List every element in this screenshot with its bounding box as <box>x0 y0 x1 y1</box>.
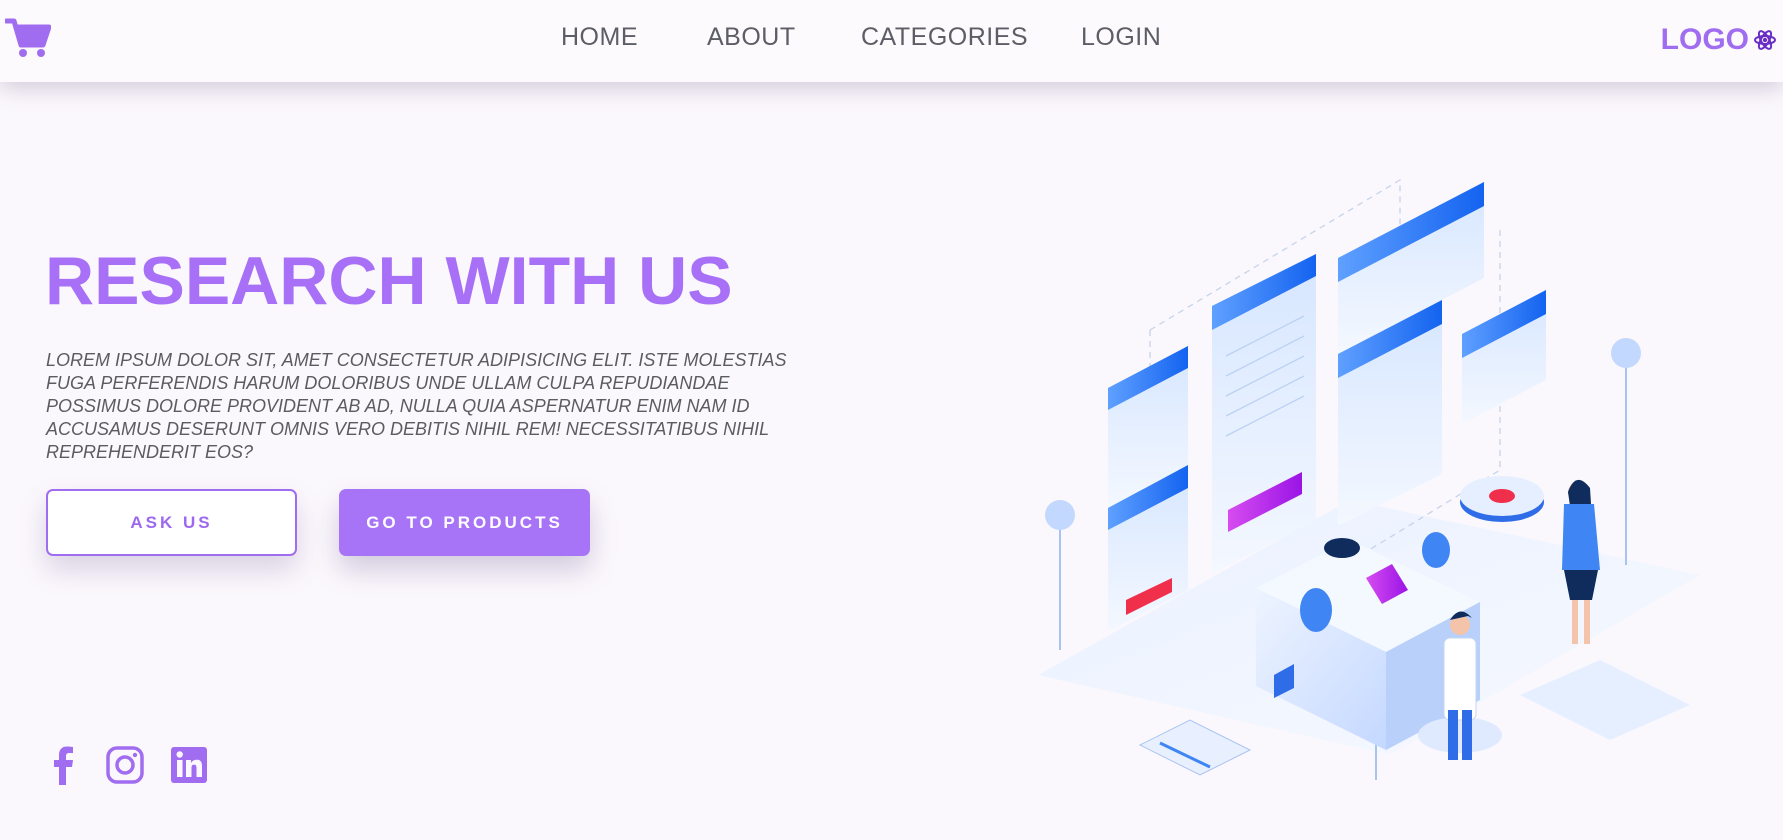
navbar: HOME ABOUT CATEGORIES LOGIN LOGO <box>0 0 1783 82</box>
nav-link-login[interactable]: LOGIN <box>1081 23 1161 52</box>
atom-icon <box>1754 30 1776 50</box>
linkedin-icon[interactable] <box>169 745 209 785</box>
logo[interactable]: LOGO <box>1661 21 1777 59</box>
logo-text: LOGO <box>1660 23 1749 56</box>
go-to-products-button[interactable]: GO TO PRODUCTS <box>339 489 590 556</box>
ask-us-button[interactable]: ASK US <box>46 489 297 556</box>
nav-links: HOME ABOUT CATEGORIES LOGIN <box>0 0 1783 82</box>
instagram-icon[interactable] <box>105 745 145 785</box>
research-illustration <box>1038 178 1700 780</box>
nav-link-about[interactable]: ABOUT <box>707 23 796 52</box>
hero-title: RESEARCH WITH US <box>45 243 733 319</box>
nav-link-home[interactable]: HOME <box>561 23 638 52</box>
nav-link-categories[interactable]: CATEGORIES <box>861 23 1028 52</box>
hero-description: LOREM IPSUM DOLOR SIT, AMET CONSECTETUR … <box>46 350 787 462</box>
facebook-icon[interactable] <box>44 745 84 785</box>
